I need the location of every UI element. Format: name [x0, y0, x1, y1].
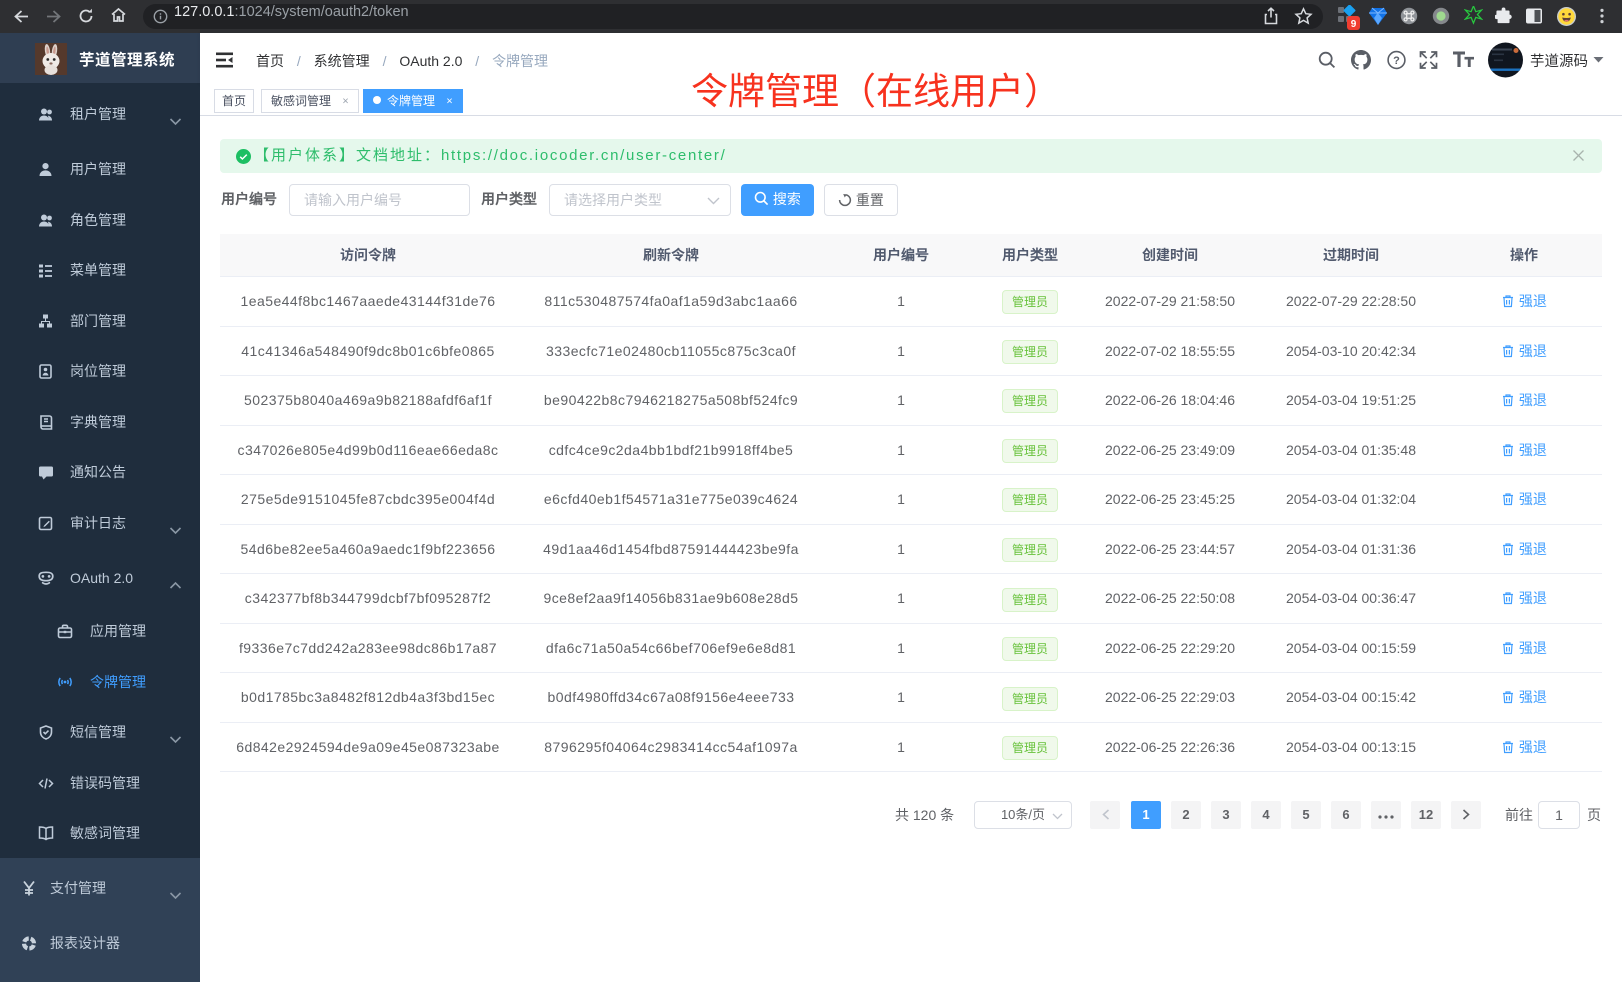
svg-text:9: 9	[1351, 19, 1357, 30]
svg-text:?: ?	[1393, 55, 1400, 67]
